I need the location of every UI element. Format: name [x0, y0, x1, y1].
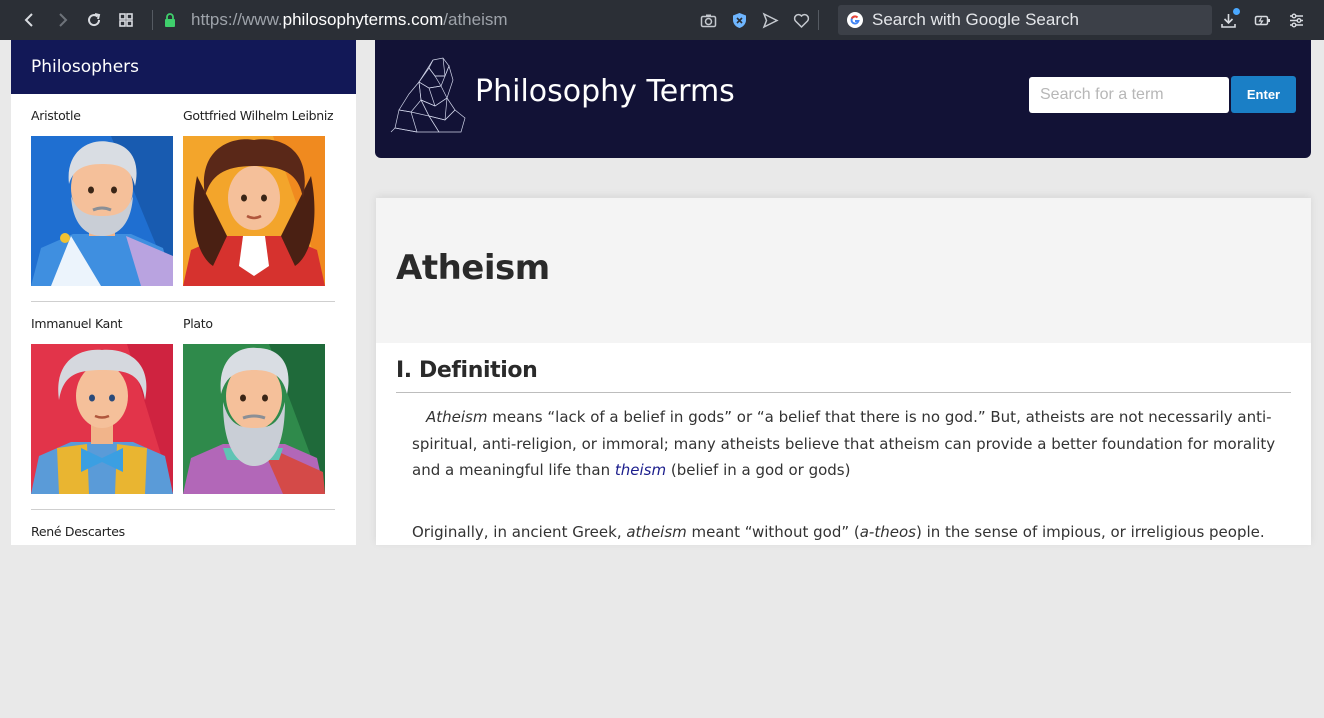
web-search-field[interactable]: Search with Google Search	[838, 5, 1212, 35]
url-prefix: https://www.	[191, 10, 283, 29]
philosopher-name[interactable]: Aristotle	[31, 108, 81, 123]
page-title: Atheism	[396, 248, 550, 288]
philosopher-row: Immanuel Kant Plato	[31, 302, 335, 510]
paragraph-text: ) in the sense of impious, or irreligiou…	[915, 523, 1265, 541]
philosopher-name[interactable]: René Descartes	[31, 524, 125, 539]
chevron-right-icon	[59, 13, 68, 27]
address-bar-actions	[700, 0, 810, 40]
philosopher-name[interactable]: Plato	[183, 316, 213, 331]
battery-saver-button[interactable]	[1252, 10, 1272, 30]
portrait-aristotle[interactable]	[31, 136, 173, 286]
definition-paragraph: Atheism means “lack of a belief in gods”…	[412, 404, 1292, 484]
term-emphasis: atheism	[626, 523, 687, 541]
reload-button[interactable]	[78, 0, 110, 40]
forward-button[interactable]	[46, 0, 78, 40]
battery-icon	[1254, 15, 1270, 25]
term-search-input[interactable]	[1029, 77, 1229, 113]
toolbar-divider	[152, 10, 153, 30]
address-bar[interactable]: https://www.philosophyterms.com/atheism	[191, 10, 508, 30]
philosopher-row: René Descartes	[31, 510, 335, 718]
title-band: Atheism	[376, 198, 1311, 343]
paragraph-text: (belief in a god or gods)	[666, 461, 851, 479]
term-emphasis: a-theos	[859, 523, 916, 541]
content-gutter	[356, 40, 376, 545]
philosopher-row: Aristotle Gottfried Wilhelm Leibniz	[31, 94, 335, 302]
site-header: Philosophy Terms Enter	[375, 40, 1311, 158]
enter-button[interactable]: Enter	[1231, 76, 1296, 113]
heart-icon[interactable]	[793, 12, 810, 29]
settings-sliders-icon	[1289, 13, 1303, 27]
sidebar-heading: Philosophers	[11, 40, 356, 94]
term-emphasis: Atheism	[426, 408, 488, 426]
send-icon[interactable]	[762, 11, 779, 29]
portrait-plato[interactable]	[183, 344, 325, 494]
google-icon	[847, 12, 863, 28]
philosopher-name[interactable]: Gottfried Wilhelm Leibniz	[183, 108, 334, 123]
philosopher-grid: Aristotle Gottfried Wilhelm Leibniz Imma…	[31, 94, 335, 718]
toolbar-divider	[818, 10, 819, 30]
reload-icon	[88, 13, 101, 27]
portrait-kant[interactable]	[31, 344, 173, 494]
aristotle-portrait-image	[31, 136, 173, 286]
portrait-leibniz[interactable]	[183, 136, 325, 286]
back-button[interactable]	[14, 0, 46, 40]
philosophers-sidebar: Philosophers Aristotle Gottfried Wilhelm…	[11, 40, 356, 545]
kant-portrait-image	[31, 344, 173, 494]
leibniz-portrait-image	[183, 136, 325, 286]
theism-link[interactable]: theism	[615, 461, 666, 479]
plato-portrait-image	[183, 344, 325, 494]
origin-paragraph: Originally, in ancient Greek, atheism me…	[412, 519, 1292, 546]
camera-icon[interactable]	[700, 12, 717, 29]
philosopher-name[interactable]: Immanuel Kant	[31, 316, 123, 331]
lock-icon	[165, 13, 175, 27]
paragraph-text: Originally, in ancient Greek,	[412, 523, 627, 541]
web-search-placeholder: Search with Google Search	[872, 10, 1079, 29]
downloads-button[interactable]	[1218, 8, 1240, 30]
paragraph-text: meant “without god” (	[686, 523, 860, 541]
article: Atheism I. Definition Atheism means “lac…	[376, 198, 1311, 545]
section-heading: I. Definition	[396, 358, 538, 383]
speed-dial-button[interactable]	[110, 0, 142, 40]
url-domain: philosophyterms.com	[282, 10, 444, 29]
notification-dot	[1233, 8, 1240, 15]
browser-toolbar: https://www.philosophyterms.com/atheism …	[0, 0, 1324, 40]
easy-setup-button[interactable]	[1286, 10, 1306, 30]
browser-actions	[1218, 0, 1306, 40]
grid-icon	[119, 13, 133, 27]
url-path: /atheism	[443, 10, 508, 29]
shield-icon[interactable]	[731, 12, 748, 29]
site-title[interactable]: Philosophy Terms	[475, 74, 735, 109]
chevron-left-icon	[24, 13, 33, 27]
section-divider	[396, 392, 1291, 393]
thinker-logo-icon[interactable]	[389, 54, 469, 136]
